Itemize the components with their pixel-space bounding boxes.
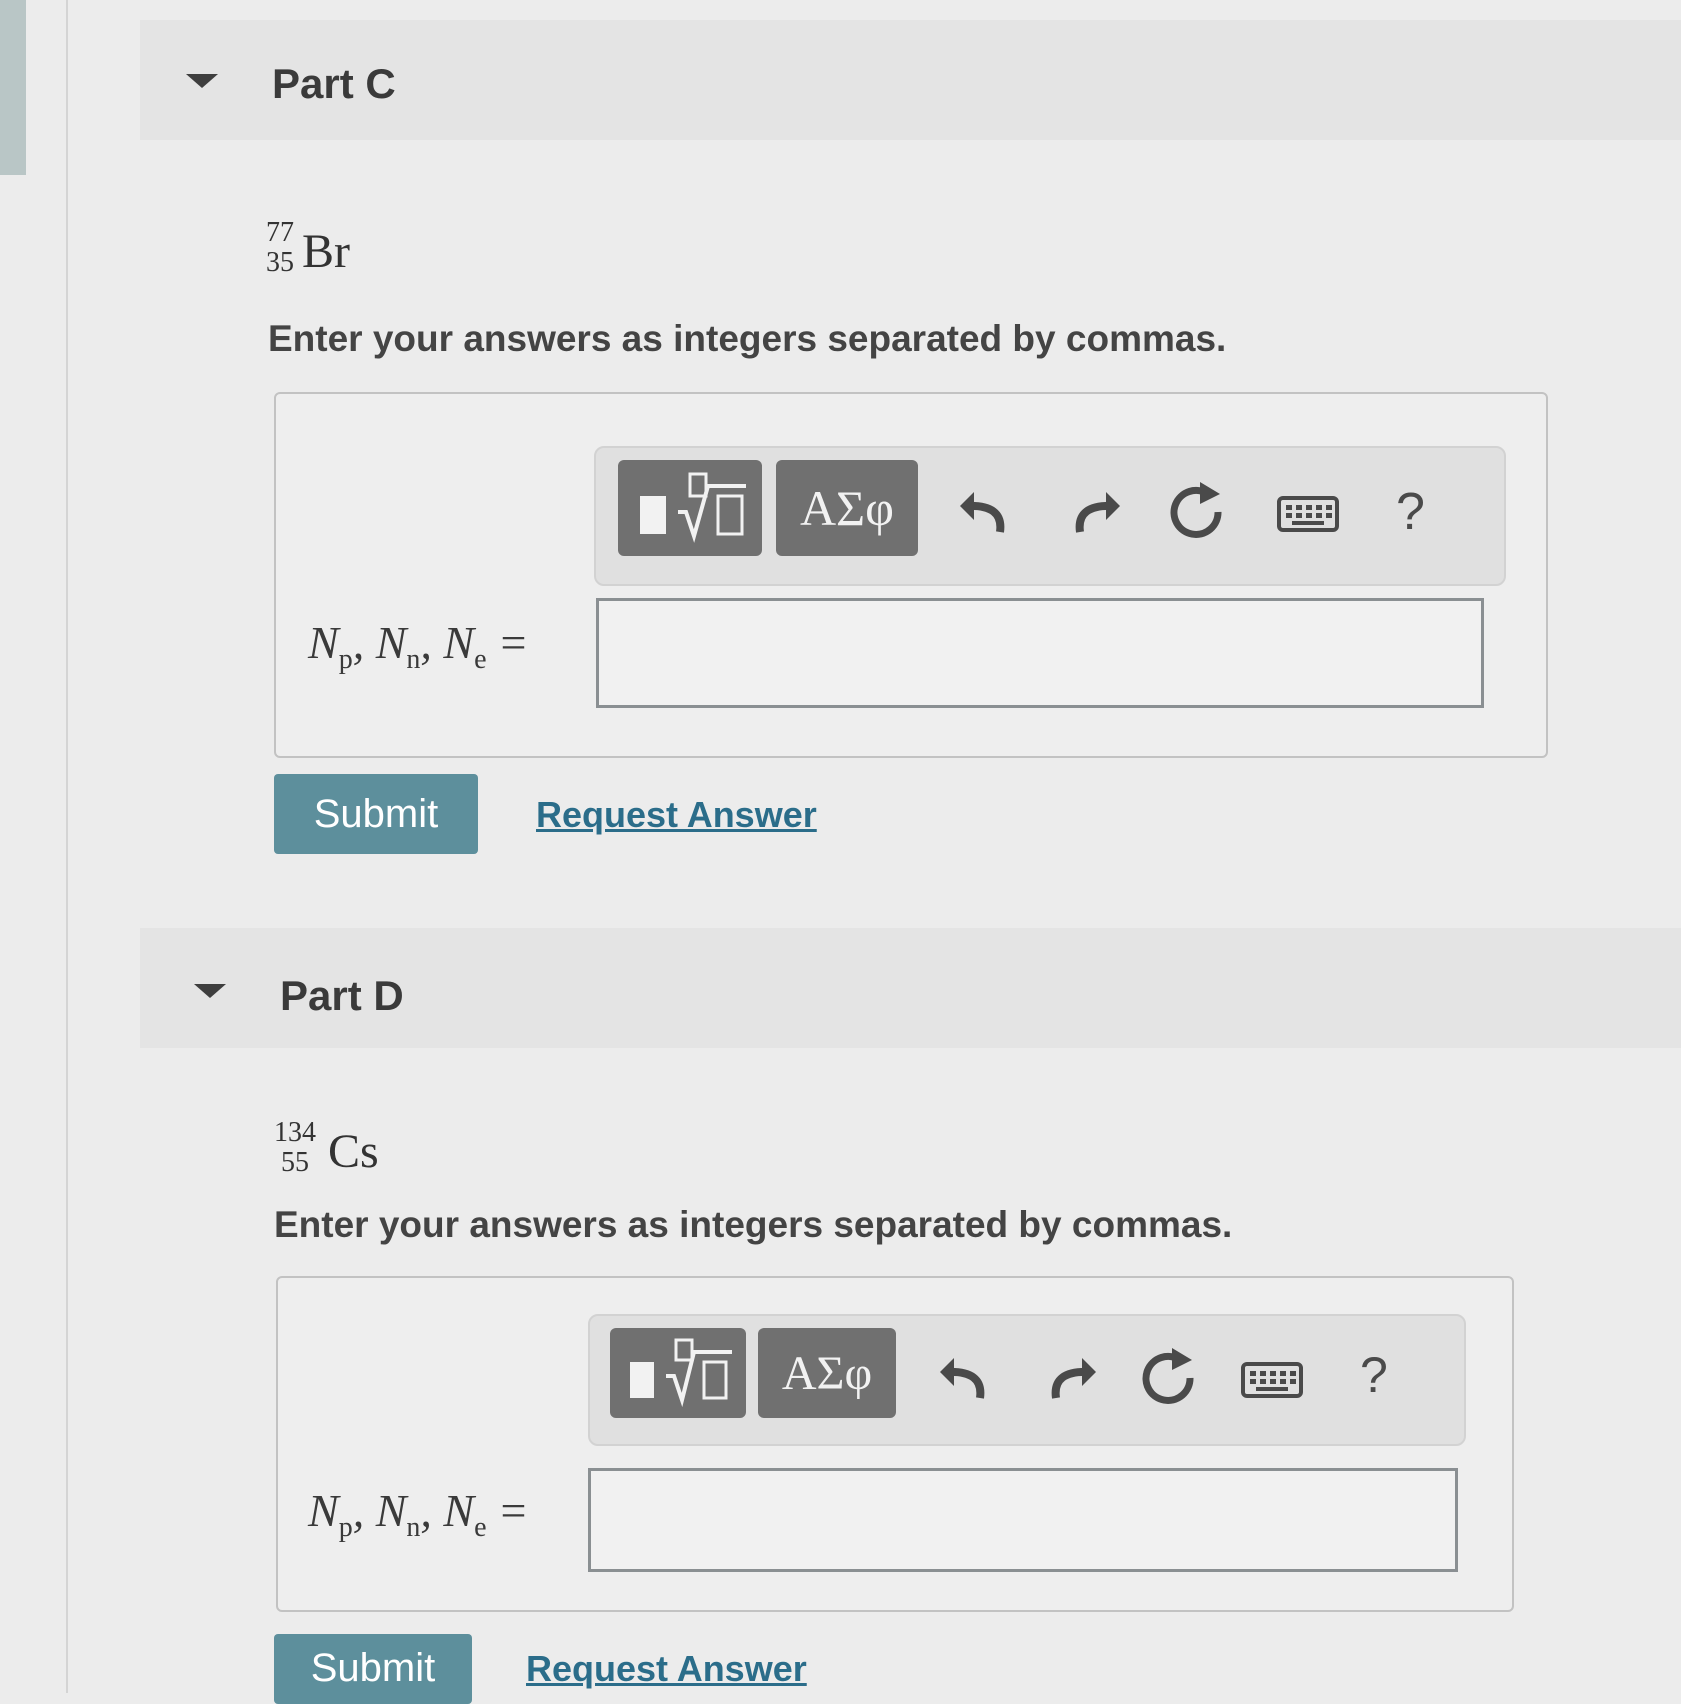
keyboard-icon[interactable] [1276, 492, 1342, 536]
answer-label: Np, Nn, Ne = [308, 617, 527, 676]
part-title: Part D [280, 972, 404, 1019]
math-toolbar: ΑΣφ ? [588, 1314, 1466, 1446]
keyboard-icon[interactable] [1240, 1358, 1306, 1402]
instruction-text: Enter your answers as integers separated… [274, 1204, 1233, 1245]
part-title: Part C [272, 60, 396, 107]
reset-icon[interactable] [1136, 1344, 1200, 1408]
templates-icon [630, 1338, 732, 1408]
collapse-caret-icon[interactable] [194, 984, 226, 998]
help-icon[interactable]: ? [1396, 482, 1425, 542]
mass-number: 77 [266, 217, 294, 248]
isotope-notation: 134 55 Cs [274, 1118, 414, 1188]
templates-button[interactable] [610, 1328, 746, 1418]
help-icon[interactable]: ? [1360, 1346, 1388, 1404]
request-answer-link[interactable]: Request Answer [536, 794, 817, 836]
request-answer-link[interactable]: Request Answer [526, 1648, 807, 1690]
mass-number: 134 [274, 1117, 316, 1148]
undo-icon[interactable] [936, 1348, 996, 1408]
left-rail [0, 0, 26, 175]
element-symbol: Br [302, 225, 350, 278]
greek-symbols-button[interactable]: ΑΣφ [776, 460, 918, 556]
submit-button[interactable]: Submit [274, 1634, 472, 1704]
reset-icon[interactable] [1164, 478, 1228, 542]
answer-input[interactable] [596, 598, 1484, 708]
redo-icon[interactable] [1064, 482, 1124, 542]
undo-icon[interactable] [956, 482, 1016, 542]
atomic-number: 35 [266, 247, 294, 278]
element-symbol: Cs [328, 1125, 379, 1178]
answer-box: ΑΣφ ? Np, Nn, Ne = [276, 1276, 1514, 1612]
atomic-number: 55 [281, 1147, 309, 1178]
submit-button[interactable]: Submit [274, 774, 478, 854]
templates-icon [640, 472, 746, 543]
answer-label: Np, Nn, Ne = [308, 1485, 527, 1544]
answer-box: ΑΣφ ? Np, Nn, Ne = [274, 392, 1548, 758]
math-toolbar: ΑΣφ ? [594, 446, 1506, 586]
greek-symbols-button[interactable]: ΑΣφ [758, 1328, 896, 1418]
templates-button[interactable] [618, 460, 762, 556]
instruction-text: Enter your answers as integers separated… [268, 318, 1227, 359]
redo-icon[interactable] [1040, 1348, 1100, 1408]
collapse-caret-icon[interactable] [186, 74, 218, 88]
page-divider [66, 0, 68, 1693]
answer-input[interactable] [588, 1468, 1458, 1572]
isotope-notation: 77 35 Br [266, 218, 386, 288]
